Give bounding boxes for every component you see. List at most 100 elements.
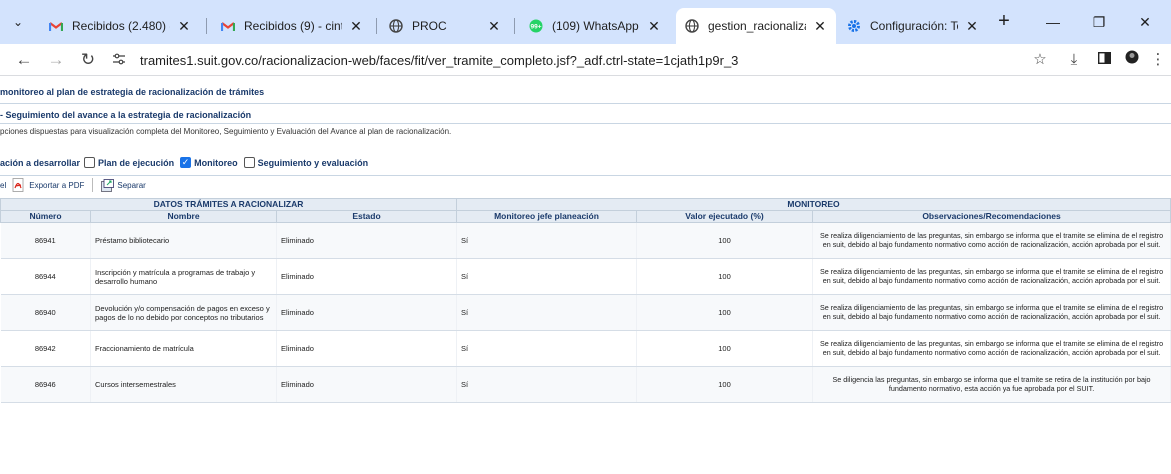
cell-nombre: Préstamo bibliotecario [90, 222, 277, 259]
gmail-icon [220, 18, 236, 34]
cell-monitoreo: Sí [456, 222, 638, 259]
page-title: monitoreo al plan de estrategia de racio… [0, 87, 265, 97]
globe-icon [388, 18, 404, 34]
group-header-monitoreo: MONITOREO [456, 198, 1171, 211]
cell-estado: Eliminado [276, 222, 458, 259]
cell-numero: 86942 [0, 330, 91, 367]
restore-button[interactable]: ❐ [1076, 8, 1122, 36]
new-tab-button[interactable]: + [992, 10, 1016, 34]
cell-valor: 100 [636, 366, 814, 403]
seguimiento-evaluacion-checkbox[interactable] [243, 157, 255, 168]
tab-separator [206, 18, 207, 34]
cell-valor: 100 [636, 294, 814, 331]
plan-ejecucion-label: Plan de ejecución [98, 157, 175, 168]
column-header-numero[interactable]: Número [0, 210, 91, 223]
close-icon[interactable]: ✕ [486, 18, 502, 34]
cell-observaciones: Se realiza diligenciamiento de las pregu… [812, 222, 1171, 259]
divider [0, 123, 1171, 124]
table-row[interactable]: 86946 Cursos intersemestrales Eliminado … [0, 366, 1171, 403]
column-header-nombre[interactable]: Nombre [90, 210, 277, 223]
cell-estado: Eliminado [276, 330, 458, 367]
table-row[interactable]: 86942 Fraccionamiento de matrícula Elimi… [0, 330, 1171, 367]
tab-proc[interactable]: PROC ✕ [380, 8, 510, 44]
tab-title: Configuración: Todos [870, 19, 958, 33]
arrow-right-icon: → [47, 50, 65, 69]
url-text: tramites1.suit.gov.co/racionalizacion-we… [140, 52, 739, 68]
column-header-monitoreo[interactable]: Monitoreo jefe planeación [456, 210, 638, 223]
side-panel-icon[interactable] [1092, 48, 1116, 72]
tab-separator [376, 18, 377, 34]
whatsapp-icon: 99+ [528, 18, 544, 34]
column-header-valor[interactable]: Valor ejecutado (%) [636, 210, 814, 223]
globe-icon [684, 18, 700, 34]
download-icon[interactable]: ⤓ [1062, 48, 1086, 72]
tab-search-button[interactable]: ⌄ [6, 10, 30, 34]
tab-title: Recibidos (9) - cinter [244, 19, 342, 33]
reload-button[interactable]: ↻ [76, 48, 100, 72]
plan-ejecucion-checkbox[interactable] [84, 157, 96, 168]
pdf-icon [12, 178, 26, 192]
back-button[interactable]: ← [12, 48, 36, 72]
close-icon[interactable]: ✕ [348, 18, 364, 34]
tab-separator [514, 18, 515, 34]
tab-configuracion[interactable]: Configuración: Todos ✕ [838, 8, 988, 44]
tab-title: Recibidos (2.480) - cr [72, 19, 170, 33]
cell-nombre: Inscripción y matrícula a programas de t… [90, 258, 277, 295]
tab-title: (109) WhatsApp [552, 19, 639, 33]
browser-tab-strip: ⌄ Recibidos (2.480) - cr ✕ Recibidos (9)… [0, 0, 1171, 44]
export-pdf-button[interactable]: Exportar a PDF [29, 181, 84, 190]
divider [92, 178, 94, 192]
divider [0, 175, 1171, 176]
close-icon[interactable]: ✕ [176, 18, 192, 34]
tab-gmail-2[interactable]: Recibidos (9) - cinter ✕ [212, 8, 372, 44]
seguimiento-evaluacion-label: Seguimiento y evaluación [257, 157, 369, 168]
cell-valor: 100 [636, 330, 814, 367]
cell-monitoreo: Sí [456, 366, 638, 403]
cell-estado: Eliminado [276, 294, 458, 331]
cell-numero: 86941 [0, 222, 91, 259]
cell-numero: 86946 [0, 366, 91, 403]
forward-button[interactable]: → [44, 48, 68, 72]
cell-estado: Eliminado [276, 366, 458, 403]
cell-nombre: Devolución y/o compensación de pagos en … [90, 294, 277, 331]
cell-valor: 100 [636, 258, 814, 295]
table-row[interactable]: 86944 Inscripción y matrícula a programa… [0, 258, 1171, 295]
table-row[interactable]: 86940 Devolución y/o compensación de pag… [0, 294, 1171, 331]
tab-gestion-racionalizacion[interactable]: gestion_racionalizacio ✕ [676, 8, 836, 44]
gear-icon [846, 18, 862, 34]
options-row: ación a desarrollar Plan de ejecución ✓ … [0, 157, 370, 168]
tab-gmail-1[interactable]: Recibidos (2.480) - cr ✕ [40, 8, 200, 44]
actions-toolbar: el Exportar a PDF Separar [0, 177, 146, 193]
reload-icon: ↻ [80, 50, 96, 69]
close-icon[interactable]: ✕ [812, 18, 828, 34]
bookmark-star-icon[interactable]: ☆ [1028, 48, 1052, 72]
actions-prefix: el [0, 180, 7, 190]
cell-monitoreo: Sí [456, 330, 638, 367]
close-icon[interactable]: ✕ [964, 18, 980, 34]
minimize-button[interactable]: — [1030, 8, 1076, 36]
cell-nombre: Fraccionamiento de matrícula [90, 330, 277, 367]
table-row[interactable]: 86941 Préstamo bibliotecario Eliminado S… [0, 222, 1171, 259]
arrow-left-icon: ← [15, 50, 33, 69]
monitoring-table: DATOS TRÁMITES A RACIONALIZAR MONITOREO … [0, 198, 1171, 403]
cell-observaciones: Se realiza diligenciamiento de las pregu… [812, 330, 1171, 367]
more-menu-icon[interactable]: ⋮ [1146, 48, 1170, 72]
profile-avatar[interactable] [1120, 48, 1144, 72]
cell-monitoreo: Sí [456, 294, 638, 331]
divider [0, 103, 1171, 104]
address-bar[interactable]: tramites1.suit.gov.co/racionalizacion-we… [104, 46, 1024, 74]
site-info-icon[interactable] [112, 53, 134, 68]
close-icon[interactable]: ✕ [646, 18, 662, 34]
separate-button[interactable]: Separar [117, 181, 145, 190]
tab-whatsapp[interactable]: 99+ (109) WhatsApp ✕ [520, 8, 670, 44]
section-title: - Seguimiento del avance a la estrategia… [0, 110, 252, 120]
group-header-datos: DATOS TRÁMITES A RACIONALIZAR [0, 198, 458, 211]
monitoreo-checkbox[interactable]: ✓ [180, 157, 192, 168]
cell-numero: 86940 [0, 294, 91, 331]
detach-icon [101, 178, 115, 192]
tab-title: gestion_racionalizacio [708, 19, 806, 33]
column-header-observaciones[interactable]: Observaciones/Recomendaciones [812, 210, 1171, 223]
column-header-estado[interactable]: Estado [275, 210, 458, 223]
cell-observaciones: Se realiza diligenciamiento de las pregu… [812, 294, 1171, 331]
close-window-button[interactable]: ✕ [1122, 8, 1168, 36]
